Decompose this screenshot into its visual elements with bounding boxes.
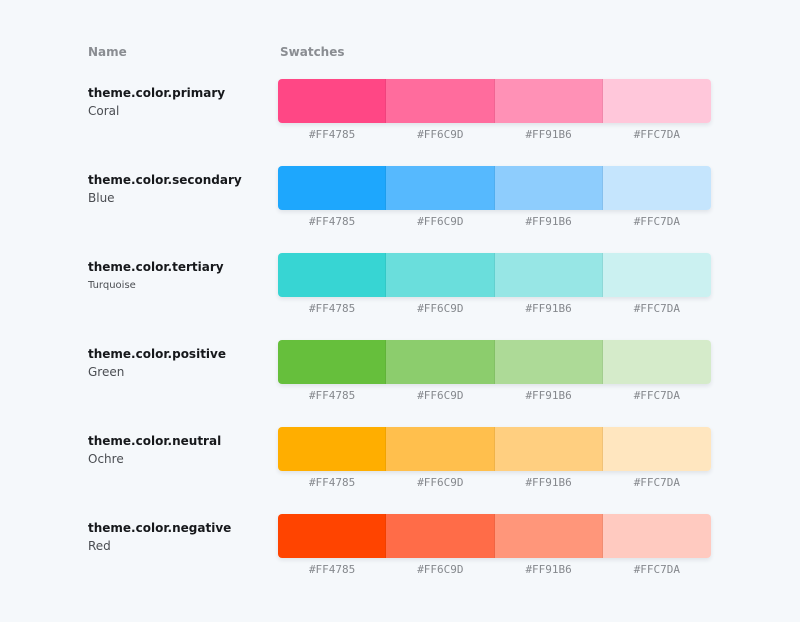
hex-label: #FF91B6	[525, 476, 572, 489]
token-label: Coral	[88, 104, 120, 118]
swatch[interactable]	[278, 427, 387, 471]
swatch[interactable]	[386, 166, 495, 210]
hex-label: #FFC7DA	[633, 476, 681, 489]
token-name: theme.color.positive	[88, 347, 226, 361]
token-label: Ochre	[88, 452, 124, 466]
hex-label: #FF6C9D	[417, 128, 464, 141]
token-name: theme.color.secondary	[88, 173, 242, 187]
swatch[interactable]	[494, 166, 603, 210]
hex-label: #FF6C9D	[417, 476, 464, 489]
hex-label: #FF91B6	[525, 389, 572, 402]
swatch-bar	[278, 427, 711, 471]
hex-label: #FF4785	[308, 302, 356, 315]
swatch[interactable]	[278, 514, 387, 558]
swatch[interactable]	[386, 340, 495, 384]
hex-label: #FFC7DA	[633, 215, 681, 228]
hex-label-row: #FF4785 #FF6C9D #FF91B6 #FFC7DA	[278, 389, 711, 402]
token-label: Blue	[88, 191, 115, 205]
color-row-neutral: theme.color.neutral Ochre #FF4785 #FF6C9…	[0, 427, 800, 514]
hex-label-row: #FF4785 #FF6C9D #FF91B6 #FFC7DA	[278, 302, 711, 315]
swatch[interactable]	[602, 514, 711, 558]
hex-label: #FFC7DA	[633, 563, 681, 576]
swatch-bar	[278, 166, 711, 210]
hex-label: #FF91B6	[525, 128, 572, 141]
color-row-secondary: theme.color.secondary Blue #FF4785 #FF6C…	[0, 166, 800, 253]
hex-label: #FF4785	[308, 128, 356, 141]
hex-label: #FFC7DA	[633, 302, 681, 315]
swatch[interactable]	[494, 340, 603, 384]
swatch[interactable]	[602, 166, 711, 210]
swatch[interactable]	[386, 514, 495, 558]
hex-label: #FF6C9D	[417, 302, 464, 315]
token-name: theme.color.tertiary	[88, 260, 224, 274]
swatch[interactable]	[278, 79, 387, 123]
hex-label: #FF91B6	[525, 563, 572, 576]
hex-label: #FF6C9D	[417, 389, 464, 402]
hex-label: #FFC7DA	[633, 389, 681, 402]
hex-label-row: #FF4785 #FF6C9D #FF91B6 #FFC7DA	[278, 215, 711, 228]
swatch[interactable]	[278, 340, 387, 384]
swatch[interactable]	[386, 427, 495, 471]
hex-label: #FF4785	[308, 563, 356, 576]
swatch[interactable]	[386, 79, 495, 123]
hex-label: #FF4785	[308, 215, 356, 228]
hex-label: #FF6C9D	[417, 563, 464, 576]
token-name: theme.color.primary	[88, 86, 226, 100]
hex-label-row: #FF4785 #FF6C9D #FF91B6 #FFC7DA	[278, 476, 711, 489]
hex-label: #FF6C9D	[417, 215, 464, 228]
color-row-negative: theme.color.negative Red #FF4785 #FF6C9D…	[0, 514, 800, 601]
swatch[interactable]	[494, 427, 603, 471]
swatch[interactable]	[494, 253, 603, 297]
hex-label: #FF91B6	[525, 302, 572, 315]
swatch[interactable]	[386, 253, 495, 297]
swatch[interactable]	[278, 253, 387, 297]
swatch[interactable]	[602, 253, 711, 297]
swatch[interactable]	[494, 514, 603, 558]
hex-label: #FFC7DA	[633, 128, 681, 141]
token-label: Red	[88, 539, 111, 553]
color-row-positive: theme.color.positive Green #FF4785 #FF6C…	[0, 340, 800, 427]
swatch[interactable]	[602, 79, 711, 123]
hex-label: #FF4785	[308, 389, 356, 402]
hex-label-row: #FF4785 #FF6C9D #FF91B6 #FFC7DA	[278, 128, 711, 141]
swatch[interactable]	[494, 79, 603, 123]
swatch[interactable]	[602, 340, 711, 384]
token-label: Green	[88, 365, 125, 379]
token-name: theme.color.negative	[88, 521, 232, 535]
token-label: Turquoise	[88, 280, 136, 291]
swatch-bar	[278, 79, 711, 123]
swatch[interactable]	[602, 427, 711, 471]
swatch-bar	[278, 340, 711, 384]
swatch-bar	[278, 514, 711, 558]
swatch[interactable]	[278, 166, 387, 210]
name-column-header: Name	[88, 45, 127, 59]
color-row-tertiary: theme.color.tertiary Turquoise #FF4785 #…	[0, 253, 800, 340]
hex-label-row: #FF4785 #FF6C9D #FF91B6 #FFC7DA	[278, 563, 711, 576]
hex-label: #FF4785	[308, 476, 356, 489]
color-row-primary: theme.color.primary Coral #FF4785 #FF6C9…	[0, 79, 800, 166]
swatches-column-header: Swatches	[280, 45, 345, 59]
swatch-bar	[278, 253, 711, 297]
hex-label: #FF91B6	[525, 215, 572, 228]
token-name: theme.color.neutral	[88, 434, 222, 448]
